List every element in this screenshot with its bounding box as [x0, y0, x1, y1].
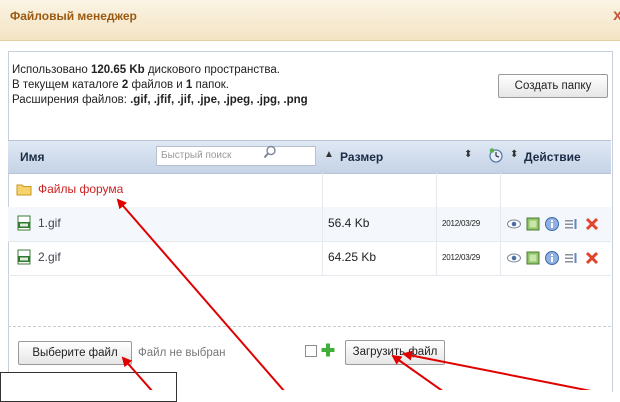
column-header-size[interactable]: Размер: [340, 150, 383, 164]
directory-count-line: В текущем каталоге 2 файлов и 1 папок.: [12, 79, 229, 91]
date-column-icon[interactable]: [488, 147, 504, 163]
folder-icon: [16, 184, 32, 196]
delete-icon[interactable]: [584, 250, 600, 266]
upload-file-button[interactable]: Загрузить файл: [345, 340, 445, 365]
view-icon[interactable]: [506, 216, 522, 232]
search-icon[interactable]: [263, 145, 277, 159]
image-icon[interactable]: [525, 250, 541, 266]
file-size: 64.25 Kb: [328, 250, 377, 264]
sort-toggle-icon[interactable]: ⬍: [510, 149, 518, 160]
add-file-icon[interactable]: [320, 342, 336, 358]
upload-option-checkbox[interactable]: [305, 345, 317, 357]
close-icon[interactable]: x: [610, 8, 620, 24]
row-actions: [506, 250, 606, 266]
row-actions: [506, 216, 606, 232]
dialog-title: Файловый менеджер: [10, 9, 137, 23]
used-space-value: 120.65 Kb: [90, 64, 145, 76]
edit-icon[interactable]: [563, 216, 579, 232]
gif-file-icon: [17, 215, 31, 231]
annotation-callout-box: [0, 372, 177, 402]
file-date: 2012/03/29: [442, 253, 481, 262]
file-manager-dialog: Файловый менеджер x Использовано 120.65 …: [0, 0, 620, 402]
storage-info: Использовано 120.65 Kb дискового простра…: [12, 63, 308, 108]
file-link[interactable]: 1.gif: [38, 216, 61, 230]
view-icon[interactable]: [506, 250, 522, 266]
create-folder-button[interactable]: Создать папку: [498, 74, 608, 98]
file-date: 2012/03/29: [442, 219, 481, 228]
allowed-extensions: .gif, .jfif, .jif, .jpe, .jpeg, .jpg, .p…: [130, 94, 308, 106]
delete-icon[interactable]: [584, 216, 600, 232]
allowed-extensions-line: Расширения файлов: .gif, .jfif, .jif, .j…: [12, 94, 308, 106]
sort-asc-icon[interactable]: ▲: [324, 149, 334, 160]
upload-separator: [8, 326, 611, 327]
file-table: Имя Быстрый поиск ▲ Размер ⬍ ⬍ Действие: [8, 140, 611, 276]
gif-file-icon: [17, 249, 31, 265]
folder-link[interactable]: Файлы форума: [38, 182, 123, 196]
storage-usage-line: Использовано 120.65 Kb дискового простра…: [12, 64, 280, 76]
file-link[interactable]: 2.gif: [38, 250, 61, 264]
dialog-titlebar[interactable]: Файловый менеджер x: [0, 0, 620, 41]
table-header: Имя Быстрый поиск ▲ Размер ⬍ ⬍ Действие: [8, 140, 611, 174]
table-row[interactable]: 1.gif 56.4 Kb 2012/03/29: [8, 207, 611, 242]
info-icon[interactable]: [544, 216, 560, 232]
choose-file-button[interactable]: Выберите файл: [18, 341, 132, 365]
table-row[interactable]: Файлы форума: [8, 173, 611, 208]
column-header-action: Действие: [524, 150, 581, 164]
column-header-name[interactable]: Имя: [20, 150, 45, 164]
file-size: 56.4 Kb: [328, 216, 370, 230]
quick-search-input[interactable]: Быстрый поиск: [156, 146, 316, 166]
image-icon[interactable]: [525, 216, 541, 232]
table-row[interactable]: 2.gif 64.25 Kb 2012/03/29: [8, 241, 611, 276]
edit-icon[interactable]: [563, 250, 579, 266]
sort-toggle-icon[interactable]: ⬍: [464, 149, 472, 160]
info-icon[interactable]: [544, 250, 560, 266]
no-file-selected-text: Файл не выбран: [138, 347, 226, 359]
